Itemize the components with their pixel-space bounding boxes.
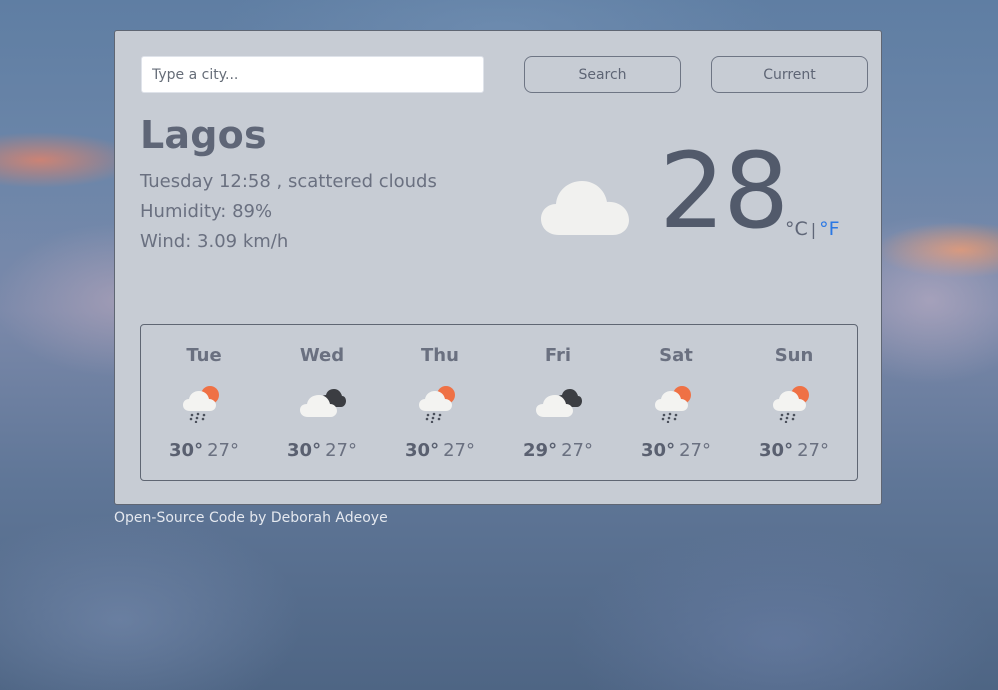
forecast-day-name: Wed (299, 345, 345, 366)
forecast-low: 27° (207, 440, 239, 461)
forecast-panel: Tue 30° 27° Wed 30° 27° Thu 30° 27° Fri 29°… (140, 324, 858, 481)
sun-rain-cloud-icon (180, 383, 228, 423)
forecast-day: Fri 29° 27° (499, 325, 617, 480)
forecast-temps: 30° 27° (145, 440, 263, 461)
city-name: Lagos (140, 113, 267, 157)
forecast-temps: 29° 27° (499, 440, 617, 461)
sun-rain-cloud-icon (652, 383, 700, 423)
celsius-unit[interactable]: °C (785, 218, 808, 240)
current-temperature: 28 (659, 130, 789, 252)
forecast-high: 30° (641, 440, 676, 461)
dark-cloud-icon (534, 383, 582, 423)
forecast-temps: 30° 27° (735, 440, 853, 461)
humidity-text: Humidity: 89% (140, 201, 273, 222)
current-location-button[interactable]: Current (711, 56, 868, 93)
forecast-day: Sun 30° 27° (735, 325, 853, 480)
forecast-low: 27° (797, 440, 829, 461)
forecast-day-name: Sun (774, 345, 814, 366)
forecast-high: 30° (405, 440, 440, 461)
sun-rain-cloud-icon (770, 383, 818, 423)
forecast-high: 30° (287, 440, 322, 461)
fahrenheit-link[interactable]: °F (819, 218, 839, 240)
unit-toggle: °C | °F (785, 218, 840, 240)
dark-cloud-icon (298, 383, 346, 423)
forecast-day-name: Tue (186, 345, 222, 366)
footer-credit-link[interactable]: Open-Source Code by Deborah Adeoye (114, 510, 388, 526)
forecast-temps: 30° 27° (617, 440, 735, 461)
forecast-day: Wed 30° 27° (263, 325, 381, 480)
date-description: Tuesday 12:58 , scattered clouds (140, 171, 437, 192)
forecast-low: 27° (443, 440, 475, 461)
cloud-icon (539, 177, 631, 239)
forecast-high: 29° (523, 440, 558, 461)
weather-card: Search Current Lagos Tuesday 12:58 , sca… (114, 30, 882, 505)
forecast-high: 30° (759, 440, 794, 461)
forecast-temps: 30° 27° (381, 440, 499, 461)
search-button[interactable]: Search (524, 56, 681, 93)
forecast-day: Thu 30° 27° (381, 325, 499, 480)
unit-separator: | (810, 220, 817, 239)
forecast-low: 27° (325, 440, 357, 461)
forecast-low: 27° (679, 440, 711, 461)
forecast-day-name: Thu (421, 345, 459, 366)
forecast-low: 27° (561, 440, 593, 461)
forecast-day-name: Sat (659, 345, 693, 366)
forecast-day-name: Fri (544, 345, 572, 366)
wind-text: Wind: 3.09 km/h (140, 231, 289, 252)
forecast-day: Sat 30° 27° (617, 325, 735, 480)
forecast-high: 30° (169, 440, 204, 461)
forecast-day: Tue 30° 27° (145, 325, 263, 480)
sun-rain-cloud-icon (416, 383, 464, 423)
forecast-temps: 30° 27° (263, 440, 381, 461)
city-search-input[interactable] (141, 56, 484, 93)
